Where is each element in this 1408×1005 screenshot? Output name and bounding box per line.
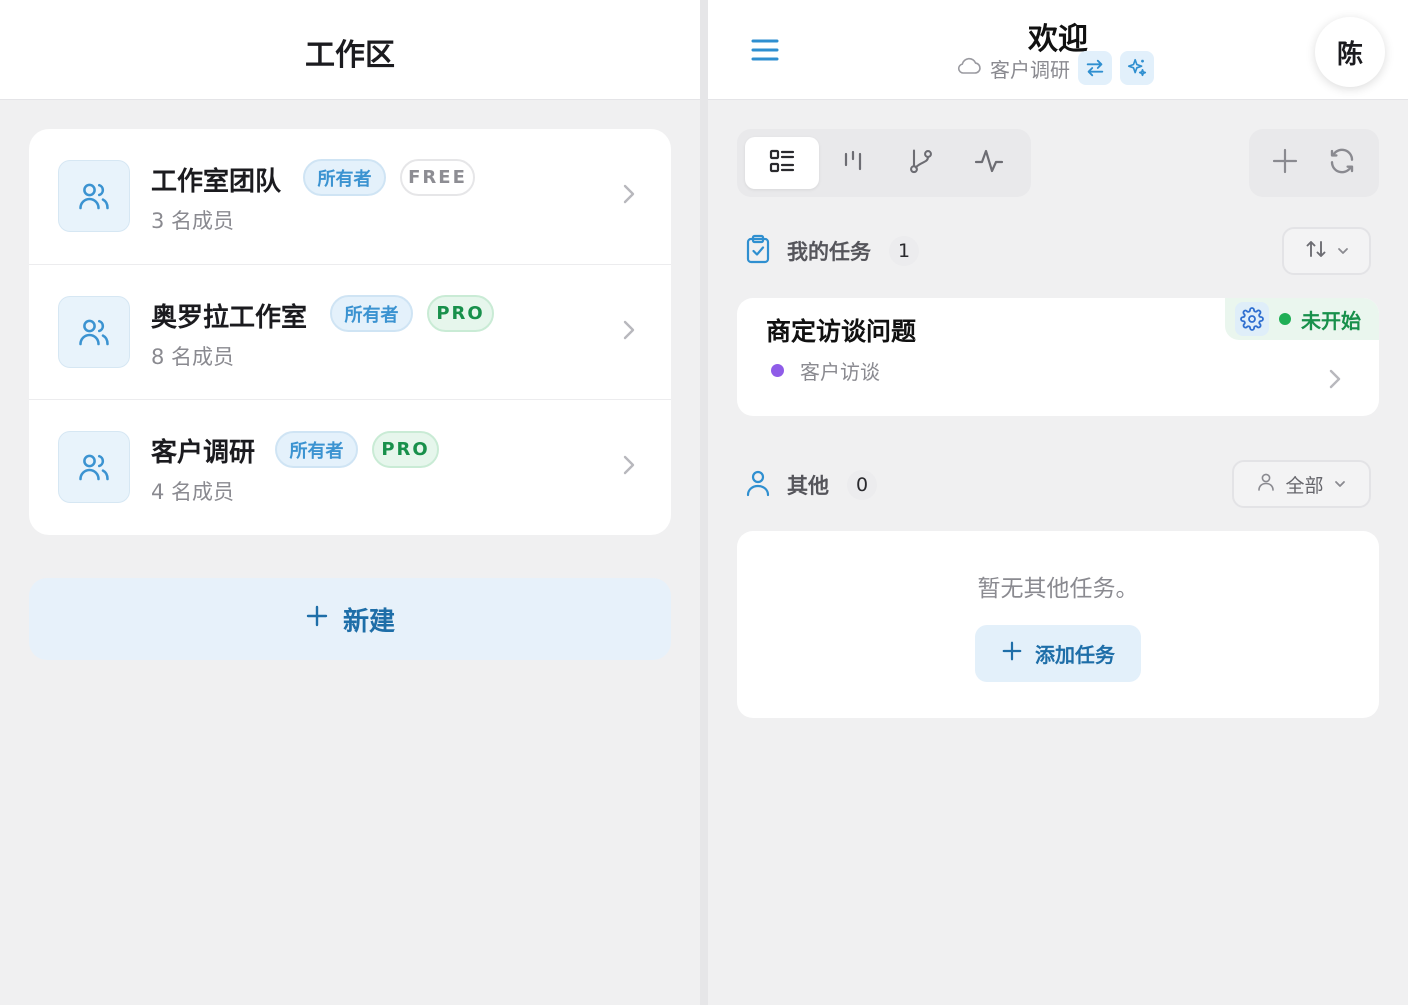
workspace-row[interactable]: 奥罗拉工作室 所有者 PRO 8 名成员 <box>29 264 671 399</box>
others-header: 其他 0 <box>745 465 877 505</box>
plan-badge: PRO <box>372 431 439 468</box>
sparkle-icon[interactable] <box>1120 51 1154 85</box>
current-workspace-name: 客户调研 <box>990 57 1070 82</box>
gear-icon[interactable] <box>1235 302 1269 336</box>
tasks-pane: 欢迎 客户调研 陈 我的任务 1 商定访谈问题 客户访谈 未开始 其他 0 全部… <box>708 0 1408 1005</box>
member-count: 4 名成员 <box>151 480 235 504</box>
workspace-list: 工作室团队 所有者 FREE 3 名成员 奥罗拉工作室 所有者 PRO 8 名成… <box>29 129 671 535</box>
users-icon <box>58 431 130 503</box>
assignee-filter[interactable]: 全部 <box>1232 460 1371 508</box>
owner-badge: 所有者 <box>303 159 386 196</box>
new-workspace-button[interactable]: 新建 <box>29 578 671 660</box>
task-title: 商定访谈问题 <box>766 317 917 346</box>
plus-icon <box>1001 640 1023 667</box>
sort-button[interactable] <box>1282 227 1371 275</box>
workspace-row[interactable]: 客户调研 所有者 PRO 4 名成员 <box>29 399 671 534</box>
member-count: 8 名成员 <box>151 345 235 369</box>
others-count: 0 <box>847 470 877 500</box>
filter-label: 全部 <box>1285 474 1324 497</box>
my-tasks-header: 我的任务 1 <box>745 231 919 271</box>
empty-state: 暂无其他任务。 添加任务 <box>737 531 1379 718</box>
activity-icon <box>974 147 1004 179</box>
workspace-name: 奥罗拉工作室 <box>151 303 308 333</box>
list-view-tab[interactable] <box>745 137 819 189</box>
page-title: 工作区 <box>305 38 395 73</box>
chevron-right-icon <box>621 452 637 482</box>
workspace-header: 工作区 <box>0 0 700 100</box>
status-dot <box>1279 313 1291 325</box>
workspace-subtitle: 客户调研 <box>956 50 1154 86</box>
activity-view-tab[interactable] <box>955 137 1023 189</box>
empty-message: 暂无其他任务。 <box>977 576 1139 602</box>
my-tasks-title: 我的任务 <box>787 240 871 264</box>
new-button-label: 新建 <box>342 606 395 637</box>
status-badge: 未开始 <box>1225 298 1379 340</box>
add-task-label: 添加任务 <box>1035 643 1115 667</box>
task-category: 客户访谈 <box>771 356 880 385</box>
board-view-tab[interactable] <box>819 137 887 189</box>
action-group <box>1249 129 1379 197</box>
columns-icon <box>840 148 866 178</box>
member-count: 3 名成员 <box>151 209 235 233</box>
owner-badge: 所有者 <box>275 431 358 468</box>
plus-icon <box>305 604 329 635</box>
list-view-icon <box>768 147 796 179</box>
workspace-row[interactable]: 工作室团队 所有者 FREE 3 名成员 <box>29 129 671 264</box>
git-branch-icon <box>907 147 935 179</box>
users-icon <box>58 160 130 232</box>
pane-divider[interactable] <box>700 0 708 1005</box>
avatar[interactable]: 陈 <box>1315 17 1385 87</box>
workspace-pane: 工作区 工作室团队 所有者 FREE 3 名成员 奥罗拉工作室 所有者 PRO … <box>0 0 700 1005</box>
chevron-right-icon <box>621 317 637 347</box>
category-dot <box>771 364 784 377</box>
users-icon <box>58 296 130 368</box>
clipboard-check-icon <box>745 234 771 268</box>
refresh-icon[interactable] <box>1327 146 1357 180</box>
workspace-name: 客户调研 <box>151 438 256 468</box>
user-icon <box>745 469 771 501</box>
plan-badge: FREE <box>400 159 475 196</box>
task-card[interactable]: 商定访谈问题 客户访谈 未开始 <box>737 298 1379 416</box>
add-icon[interactable] <box>1271 147 1299 179</box>
owner-badge: 所有者 <box>330 295 413 332</box>
cloud-icon <box>956 56 982 80</box>
task-category-label: 客户访谈 <box>800 360 880 384</box>
add-task-button[interactable]: 添加任务 <box>975 625 1141 682</box>
chevron-down-icon <box>1334 473 1346 495</box>
chevron-down-icon <box>1337 240 1349 262</box>
switch-workspace-icon[interactable] <box>1078 51 1112 85</box>
plan-badge: PRO <box>427 295 494 332</box>
user-icon <box>1257 472 1275 497</box>
sort-icon <box>1305 238 1327 265</box>
chevron-right-icon <box>1327 366 1343 396</box>
others-title: 其他 <box>787 474 829 498</box>
my-tasks-count: 1 <box>889 236 919 266</box>
view-switcher <box>737 129 1031 197</box>
tasks-header: 欢迎 客户调研 陈 <box>708 0 1408 100</box>
flow-view-tab[interactable] <box>887 137 955 189</box>
workspace-name: 工作室团队 <box>151 167 282 197</box>
task-status: 未开始 <box>1301 308 1361 333</box>
chevron-right-icon <box>621 181 637 211</box>
